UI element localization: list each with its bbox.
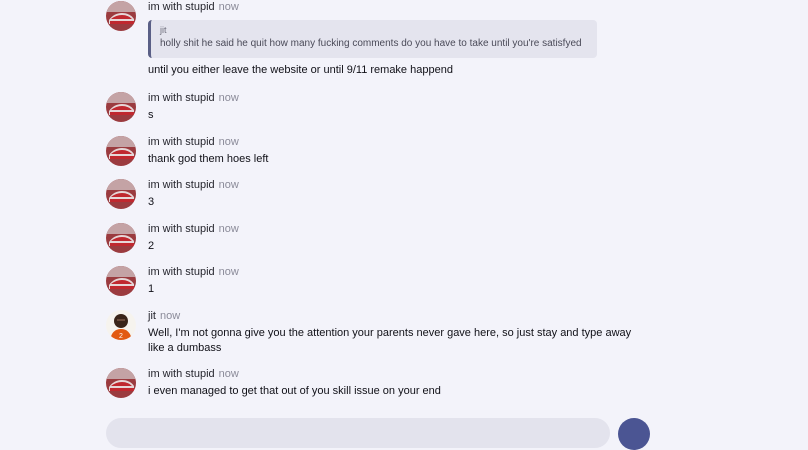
message-author[interactable]: im with stupid [148,266,215,278]
red-car-icon [106,223,136,253]
red-car-icon [106,266,136,296]
red-car-icon [106,92,136,122]
message-text-line: like a dumbass [148,342,222,354]
message-text: thank god them hoes left [148,153,269,165]
message-input[interactable] [106,418,610,448]
message-timestamp: now [218,92,239,104]
message-author[interactable]: im with stupid [148,223,215,235]
football-player-icon: 2 [106,310,136,340]
message-author[interactable]: im with stupid [148,92,215,104]
message-timestamp: now [218,223,239,235]
red-car-icon [106,179,136,209]
message-text: until you either leave the website or un… [148,64,453,76]
message-timestamp: now [218,136,239,148]
user-avatar[interactable] [106,266,136,296]
svg-text:2: 2 [119,333,123,340]
message-timestamp: now [218,266,239,278]
user-avatar[interactable] [106,136,136,166]
message-timestamp: now [218,179,239,191]
message-timestamp: now [218,368,239,380]
user-avatar[interactable] [106,223,136,253]
user-avatar[interactable] [106,179,136,209]
message-author[interactable]: im with stupid [148,1,215,13]
user-avatar[interactable] [106,92,136,122]
message-text: 3 [148,196,155,208]
quote-author: jit [160,25,167,35]
red-car-icon [106,368,136,398]
message-text: 1 [148,283,155,295]
reply-quote[interactable]: jit holly shit he said he quit how many … [148,20,597,58]
message-text: Well, I'm not gonna give you the attenti… [148,326,648,356]
message-text: s [148,109,154,121]
user-avatar[interactable]: 2 [106,310,136,340]
red-car-icon [106,136,136,166]
user-avatar[interactable] [106,368,136,398]
message-text: 2 [148,240,155,252]
message-author[interactable]: im with stupid [148,179,215,191]
user-avatar[interactable] [106,1,136,31]
message-author[interactable]: jit [148,310,156,322]
quote-text: holly shit he said he quit how many fuck… [160,38,582,49]
message-text-line: Well, I'm not gonna give you the attenti… [148,327,632,339]
message-timestamp: now [218,1,239,13]
message-author[interactable]: im with stupid [148,136,215,148]
red-car-icon [106,1,136,31]
message-timestamp: now [159,310,181,322]
message-author[interactable]: im with stupid [148,368,215,380]
send-button[interactable] [618,418,650,450]
message-text: i even managed to get that out of you sk… [148,385,441,397]
